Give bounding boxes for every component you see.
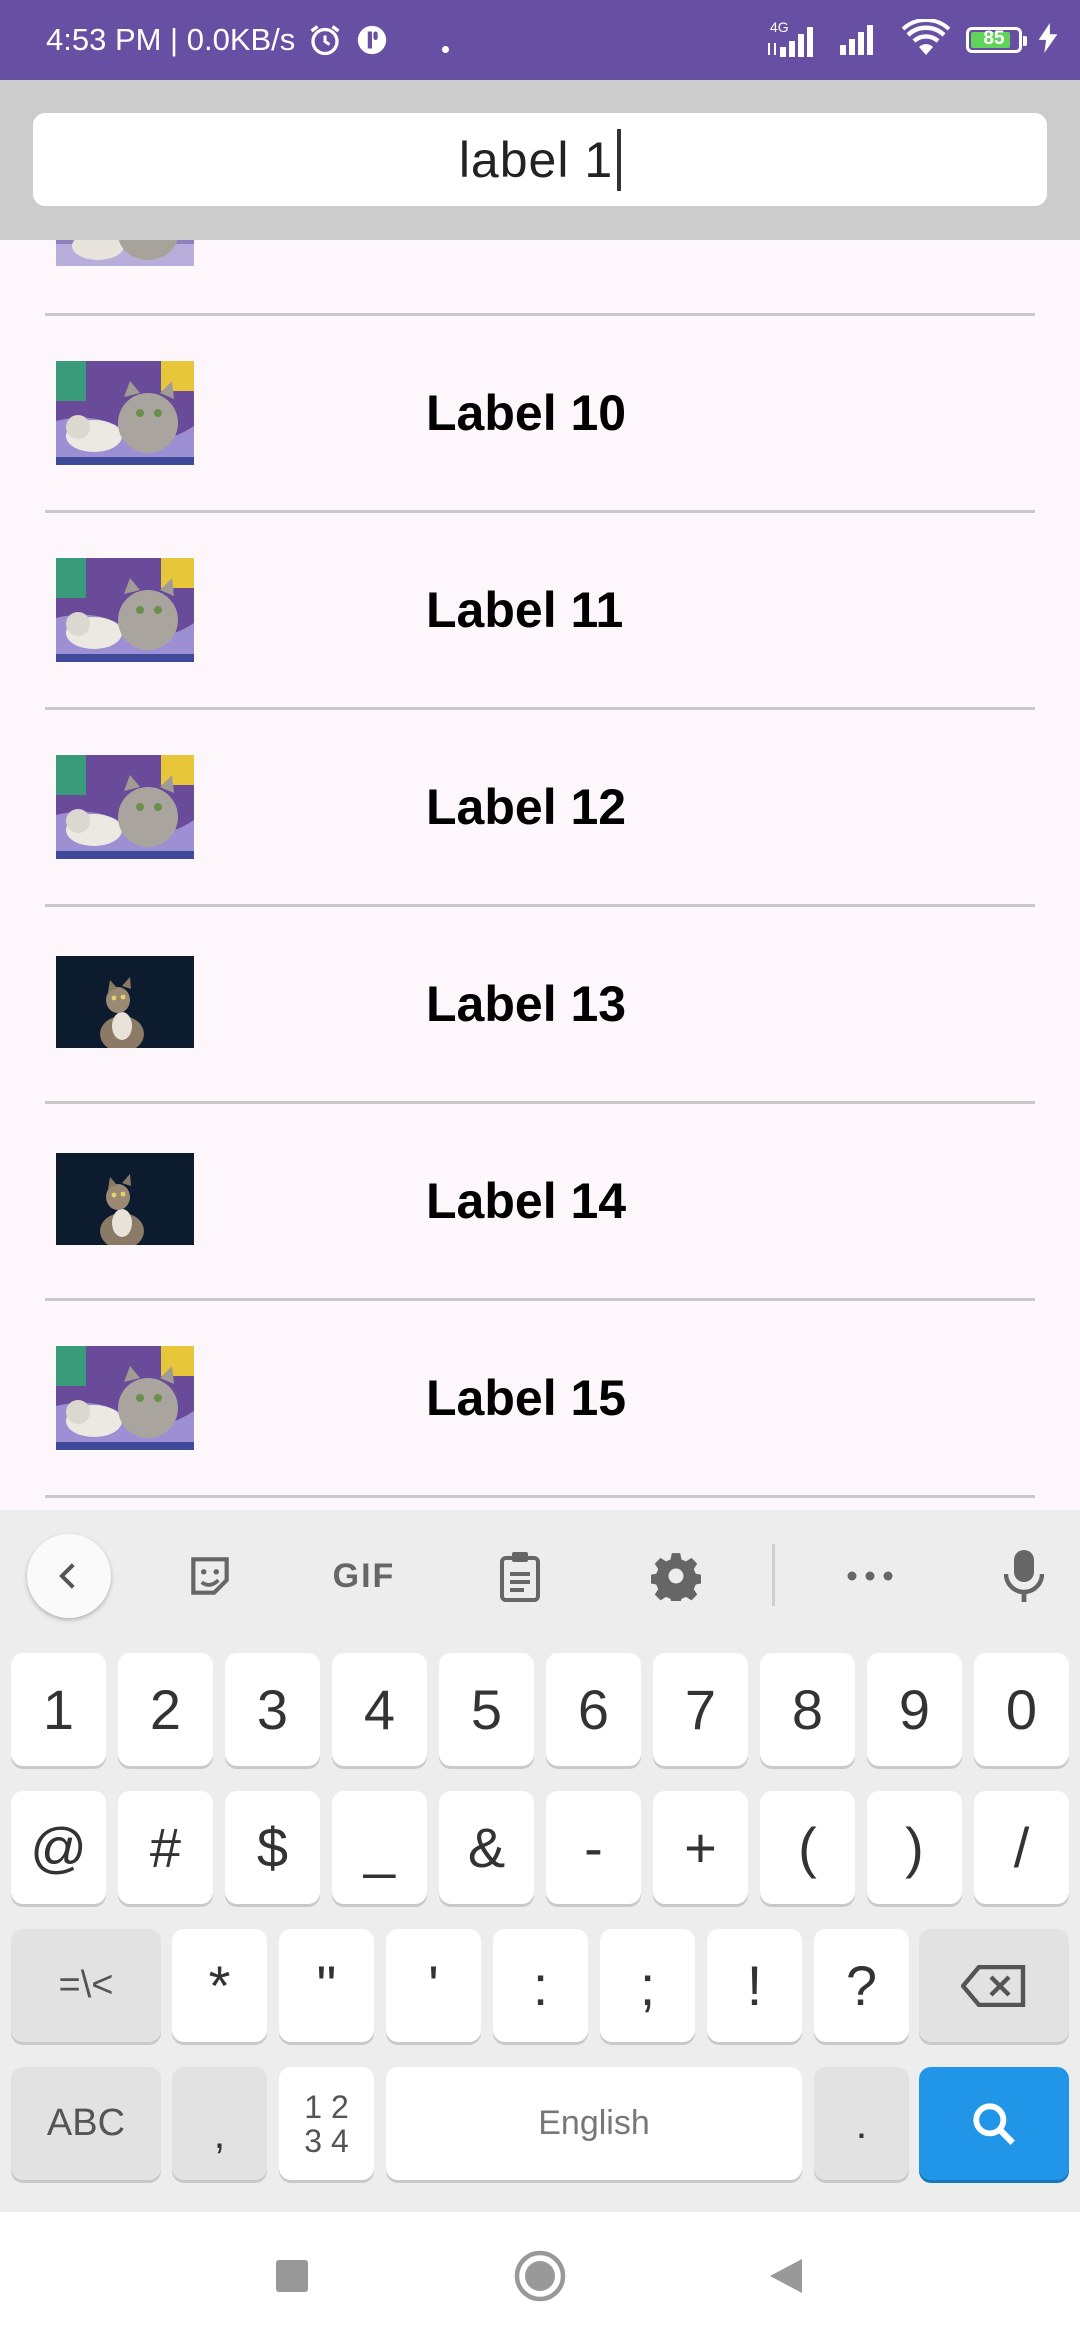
recents-button[interactable]	[262, 2246, 322, 2306]
alarm-icon	[307, 22, 343, 58]
key-colon[interactable]: :	[493, 1929, 588, 2042]
clipboard-icon	[500, 1552, 540, 1602]
search-input[interactable]: label 1	[33, 113, 1047, 206]
key-7[interactable]: 7	[653, 1653, 748, 1766]
key-question[interactable]: ?	[814, 1929, 909, 2042]
more-symbols-key[interactable]: =\<	[11, 1929, 161, 2042]
list-item-label: Label 11	[426, 582, 624, 638]
key-3[interactable]: 3	[225, 1653, 320, 1766]
chevron-left-icon	[59, 1563, 75, 1589]
key-close-paren[interactable]: )	[867, 1791, 962, 1904]
home-circle-icon	[514, 2250, 566, 2302]
list-item[interactable]: Label 12	[45, 707, 1035, 907]
abc-key[interactable]: ABC	[11, 2067, 161, 2180]
cat-looking-up-thumbnail	[56, 1153, 194, 1245]
mobile-signal-4g-icon: 4G	[766, 19, 820, 57]
search-key[interactable]	[919, 2067, 1069, 2180]
key-open-paren[interactable]: (	[760, 1791, 855, 1904]
settings-button[interactable]	[634, 1534, 718, 1618]
results-list[interactable]: Label 10 Label 11 Label 12 Label 13 Labe…	[0, 240, 1080, 1515]
kitten-thumbnail	[56, 755, 194, 859]
gif-button[interactable]: GIF	[322, 1534, 406, 1618]
microphone-icon	[1004, 1550, 1044, 1602]
key-at[interactable]: @	[11, 1791, 106, 1904]
key-semicolon[interactable]: ;	[600, 1929, 695, 2042]
space-key[interactable]: English	[386, 2067, 802, 2180]
list-item-label: Label 12	[426, 779, 627, 835]
numpad-key[interactable]: 1 2 3 4	[279, 2067, 374, 2180]
charging-icon	[1038, 22, 1058, 58]
key-exclamation[interactable]: !	[707, 1929, 802, 2042]
gif-label: GIF	[332, 1556, 396, 1595]
text-cursor	[617, 128, 622, 191]
mobile-signal-icon	[836, 21, 886, 60]
key-0[interactable]: 0	[974, 1653, 1069, 1766]
key-double-quote[interactable]: "	[279, 1929, 374, 2042]
gear-icon	[651, 1553, 701, 1601]
wifi-icon	[901, 17, 951, 62]
key-6[interactable]: 6	[546, 1653, 641, 1766]
list-divider	[45, 1495, 1035, 1498]
key-period[interactable]: .	[814, 2067, 909, 2180]
list-item-label: Label 10	[426, 385, 627, 441]
toolbar-collapse-button[interactable]	[27, 1534, 111, 1618]
backspace-key[interactable]	[919, 1929, 1069, 2042]
list-item-label: Label 13	[426, 976, 627, 1032]
key-4[interactable]: 4	[332, 1653, 427, 1766]
sticker-icon	[191, 1557, 229, 1595]
list-item[interactable]: Label 15	[45, 1298, 1035, 1498]
key-9[interactable]: 9	[867, 1653, 962, 1766]
soft-keyboard: GIF 1 2 3 4 5 6 7 8 9 0 @ # $ _ & - + ( …	[0, 1510, 1080, 2212]
status-time-speed: 4:53 PM | 0.0KB/s	[46, 22, 296, 57]
key-minus[interactable]: -	[546, 1791, 641, 1904]
key-2[interactable]: 2	[118, 1653, 213, 1766]
square-icon	[276, 2260, 308, 2292]
key-slash[interactable]: /	[974, 1791, 1069, 1904]
app-notification-icon	[355, 23, 389, 57]
kitten-thumbnail	[56, 558, 194, 662]
clipboard-button[interactable]	[478, 1534, 562, 1618]
key-dollar[interactable]: $	[225, 1791, 320, 1904]
notification-dot	[442, 46, 449, 53]
list-item[interactable]: Label 10	[45, 313, 1035, 513]
kitten-thumbnail	[56, 1346, 194, 1450]
key-1[interactable]: 1	[11, 1653, 106, 1766]
kitten-thumbnail	[56, 240, 194, 266]
voice-input-button[interactable]	[982, 1534, 1066, 1618]
backspace-icon	[961, 1964, 1026, 2007]
key-ampersand[interactable]: &	[439, 1791, 534, 1904]
key-single-quote[interactable]: '	[386, 1929, 481, 2042]
home-button[interactable]	[510, 2246, 570, 2306]
cat-looking-up-thumbnail	[56, 956, 194, 1048]
keyboard-toolbar: GIF	[0, 1510, 1080, 1642]
more-options-button[interactable]	[828, 1534, 912, 1618]
back-button[interactable]	[756, 2246, 816, 2306]
list-item[interactable]: Label 11	[45, 510, 1035, 710]
search-header: label 1	[0, 80, 1080, 240]
more-horizontal-icon	[847, 1571, 893, 1581]
toolbar-divider	[772, 1544, 775, 1606]
key-hash[interactable]: #	[118, 1791, 213, 1904]
list-item[interactable]: Label 14	[45, 1101, 1035, 1301]
key-8[interactable]: 8	[760, 1653, 855, 1766]
list-item-label: Label 15	[426, 1370, 627, 1426]
key-plus[interactable]: +	[653, 1791, 748, 1904]
status-bar: 4:53 PM | 0.0KB/s 4G 85	[0, 0, 1080, 80]
key-5[interactable]: 5	[439, 1653, 534, 1766]
list-item-label: Label 14	[426, 1173, 627, 1229]
key-underscore[interactable]: _	[332, 1791, 427, 1904]
search-input-value: label 1	[458, 131, 614, 188]
list-item[interactable]: Label 13	[45, 904, 1035, 1104]
search-icon	[973, 2102, 1015, 2145]
navigation-bar	[0, 2212, 1080, 2340]
kitten-thumbnail	[56, 361, 194, 465]
battery-icon: 85	[966, 27, 1027, 53]
battery-level: 85	[983, 28, 1005, 49]
sticker-button[interactable]	[168, 1534, 252, 1618]
back-triangle-icon	[770, 2259, 802, 2293]
key-asterisk[interactable]: *	[172, 1929, 267, 2042]
key-comma[interactable]: ,	[172, 2067, 267, 2180]
